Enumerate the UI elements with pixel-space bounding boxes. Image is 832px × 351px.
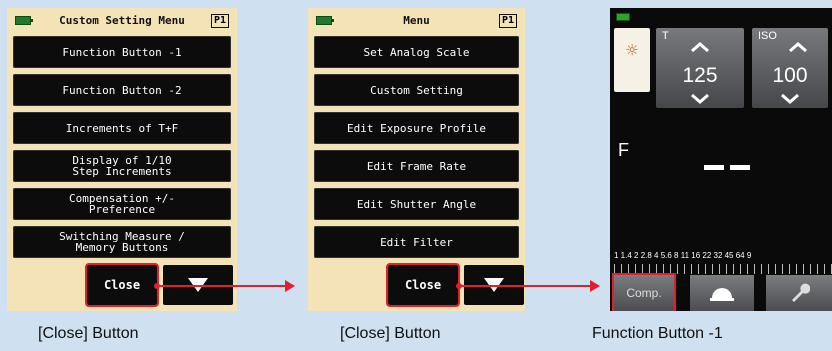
menu-item-switching-measure-memory[interactable]: Switching Measure / Memory Buttons [13,226,231,258]
menu-item-set-analog-scale[interactable]: Set Analog Scale [314,36,519,68]
comp-button[interactable]: Comp. [612,273,676,311]
menu-item-custom-setting[interactable]: Custom Setting [314,74,519,106]
close-button[interactable]: Close [386,263,460,307]
menu-item-compensation-preference[interactable]: Compensation +/- Preference [13,188,231,220]
menu-item-increments-t-f[interactable]: Increments of T+F [13,112,231,144]
chevron-up-icon[interactable] [788,42,808,52]
f-value-dash [704,165,724,170]
chevron-down-icon[interactable] [690,94,710,104]
screen-title: Custom Setting Menu [59,14,185,27]
connector-arrow [459,285,590,287]
connector-arrow [157,285,285,287]
wrench-icon [792,283,810,302]
shutter-speed-control[interactable]: T 125 [656,28,744,108]
caption-function-button-1: Function Button -1 [592,325,723,342]
status-bar: Custom Setting Menu P1 [15,14,229,28]
tool-button[interactable] [766,275,832,311]
menu-item-edit-shutter-angle[interactable]: Edit Shutter Angle [314,188,519,220]
menu-screen: Menu P1 Set Analog Scale Custom Setting … [308,8,525,311]
arrow-head-icon [285,280,295,292]
menu-item-function-button-2[interactable]: Function Button -2 [13,74,231,106]
sun-icon[interactable]: ☼ [614,28,650,92]
caption-close-button-1: [Close] Button [38,325,139,342]
arrow-head-icon [590,280,600,292]
iso-control[interactable]: ISO 100 [752,28,828,108]
battery-icon [616,13,630,21]
f-label: F [618,140,629,160]
analog-scale-ticks [614,264,832,274]
status-bar: Menu P1 [316,14,517,28]
page-indicator: P1 [498,14,517,28]
measuring-screen: ☼ T 125 ISO 100 F – – 1 1.4 2 2.8 4 5.6 … [610,8,832,311]
menu-item-edit-exposure-profile[interactable]: Edit Exposure Profile [314,112,519,144]
analog-scale-labels: 1 1.4 2 2.8 4 5.6 8 11 16 22 32 45 64 9 [614,251,752,260]
menu-item-edit-frame-rate[interactable]: Edit Frame Rate [314,150,519,182]
close-button[interactable]: Close [85,263,159,307]
menu-item-function-button-1[interactable]: Function Button -1 [13,36,231,68]
iso-value: 100 [772,64,808,87]
memory-button[interactable] [690,275,754,311]
chevron-down-icon[interactable] [780,94,800,104]
dome-icon [710,288,734,301]
menu-item-edit-filter[interactable]: Edit Filter [314,226,519,258]
caption-close-button-2: [Close] Button [340,325,441,342]
f-value-dash [730,165,750,170]
screen-title: Menu [403,14,430,27]
iso-label: ISO [758,30,777,42]
chevron-up-icon[interactable] [690,42,710,52]
custom-setting-menu-screen: Custom Setting Menu P1 Function Button -… [7,8,237,311]
menu-item-display-tenth-step[interactable]: Display of 1/10 Step Increments [13,150,231,182]
shutter-speed-value: 125 [682,64,718,87]
t-label: T [662,30,669,42]
page-indicator: P1 [210,14,229,28]
